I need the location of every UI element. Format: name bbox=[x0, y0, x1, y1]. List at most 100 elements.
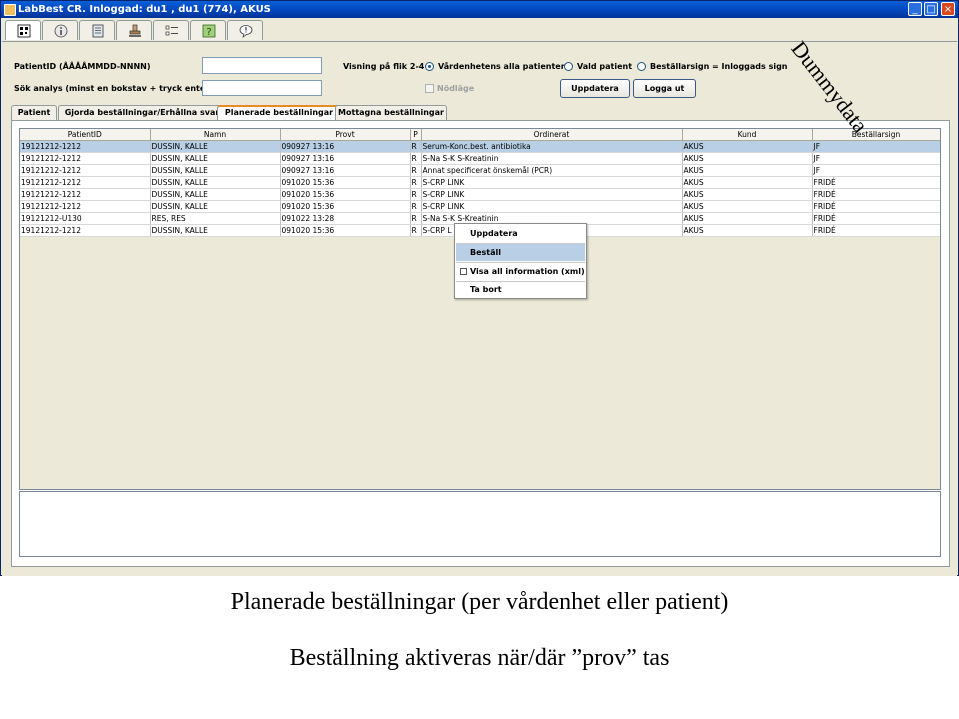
table-cell: DUSSIN, KALLE bbox=[150, 152, 281, 165]
table-cell: 19121212-1212 bbox=[20, 152, 151, 165]
table-cell: FRIDÉ bbox=[812, 200, 940, 213]
tab-planned-orders[interactable]: Planerade beställningar bbox=[217, 105, 341, 120]
radio-selected-patient[interactable] bbox=[564, 62, 573, 71]
table-cell: R bbox=[410, 212, 422, 225]
window-title: LabBest CR. Inloggad: du1 , du1 (774), A… bbox=[18, 4, 271, 15]
speech-bubble-icon bbox=[239, 25, 253, 38]
table-cell: DUSSIN, KALLE bbox=[150, 164, 281, 177]
minimize-button[interactable]: _ bbox=[908, 2, 922, 16]
tab-checklist[interactable] bbox=[153, 20, 189, 40]
orders-table-container: PatientID Namn Provt P Ordinerat Kund Be… bbox=[19, 128, 941, 490]
logout-button[interactable]: Logga ut bbox=[633, 79, 696, 98]
column-header[interactable]: P bbox=[410, 129, 422, 141]
table-cell: FRIDÉ bbox=[812, 188, 940, 201]
stamp-icon bbox=[129, 24, 141, 37]
table-cell: 19121212-U130 bbox=[20, 212, 151, 225]
table-cell: AKUS bbox=[682, 140, 813, 153]
column-header[interactable]: Provt bbox=[280, 129, 411, 141]
table-cell: AKUS bbox=[682, 176, 813, 189]
table-cell: AKUS bbox=[682, 224, 813, 237]
table-cell: R bbox=[410, 176, 422, 189]
table-cell: Serum-Konc.best. antibiotika bbox=[421, 140, 683, 153]
table-cell: S-CRP LINK bbox=[421, 188, 683, 201]
tab-info[interactable] bbox=[42, 20, 78, 40]
table-cell: 19121212-1212 bbox=[20, 140, 151, 153]
table-cell: AKUS bbox=[682, 188, 813, 201]
info-icon bbox=[54, 24, 68, 38]
table-header-row: PatientID Namn Provt P Ordinerat Kund Be… bbox=[20, 129, 940, 141]
menu-item-show-all[interactable]: Visa all information (xml) bbox=[456, 263, 585, 280]
menu-item-remove[interactable]: Ta bort bbox=[456, 281, 585, 298]
table-cell: S-CRP LINK bbox=[421, 176, 683, 189]
table-cell: FRIDÉ bbox=[812, 212, 940, 225]
emergency-checkbox[interactable] bbox=[425, 84, 434, 93]
column-header[interactable]: Namn bbox=[150, 129, 281, 141]
tab-help[interactable]: ? bbox=[190, 20, 226, 40]
title-bar: LabBest CR. Inloggad: du1 , du1 (774), A… bbox=[1, 1, 958, 18]
view-label: Visning på flik 2-4 bbox=[343, 62, 425, 71]
caption-subtitle: Beställning aktiveras när/där ”prov” tas bbox=[289, 645, 670, 671]
document-icon bbox=[92, 24, 104, 38]
tab-patient[interactable]: Patient bbox=[11, 105, 57, 120]
table-cell: R bbox=[410, 188, 422, 201]
table-cell: DUSSIN, KALLE bbox=[150, 176, 281, 189]
menu-item-update[interactable]: Uppdatera bbox=[456, 225, 585, 242]
table-row[interactable]: 19121212-1212 DUSSIN, KALLE 090927 13:16 R S… bbox=[20, 140, 940, 153]
table-cell: DUSSIN, KALLE bbox=[150, 224, 281, 237]
table-cell: 091020 15:36 bbox=[280, 188, 411, 201]
table-row[interactable]: 19121212-1212 DUSSIN, KALLE 091020 15:36 R S… bbox=[20, 200, 940, 213]
table-cell: Annat specificerat önskemål (PCR) bbox=[421, 164, 683, 177]
table-cell: AKUS bbox=[682, 200, 813, 213]
show-all-checkbox[interactable] bbox=[460, 268, 467, 275]
table-cell: 090927 13:16 bbox=[280, 140, 411, 153]
radio-orderer-sign[interactable] bbox=[637, 62, 646, 71]
close-button[interactable]: × bbox=[941, 2, 955, 16]
table-cell: 091020 15:36 bbox=[280, 176, 411, 189]
table-cell: JF bbox=[812, 140, 940, 153]
menu-item-show-all-label: Visa all information (xml) bbox=[470, 267, 585, 276]
radio-all-patients-label: Vårdenhetens alla patienter bbox=[438, 62, 565, 71]
help-icon: ? bbox=[202, 24, 216, 38]
orders-table: PatientID Namn Provt P Ordinerat Kund Be… bbox=[20, 129, 940, 237]
table-cell: DUSSIN, KALLE bbox=[150, 140, 281, 153]
table-cell: S-Na S-K S-Kreatinin bbox=[421, 152, 683, 165]
details-text-area[interactable] bbox=[19, 491, 941, 557]
barcode-icon bbox=[17, 24, 31, 38]
search-analysis-input[interactable] bbox=[202, 80, 322, 96]
table-cell: AKUS bbox=[682, 152, 813, 165]
tab-message[interactable] bbox=[227, 20, 263, 40]
checklist-icon bbox=[165, 25, 178, 36]
tab-document[interactable] bbox=[79, 20, 115, 40]
table-cell: 090927 13:16 bbox=[280, 164, 411, 177]
column-header[interactable]: Kund bbox=[682, 129, 813, 141]
table-row[interactable]: 19121212-1212 DUSSIN, KALLE 090927 13:16 R A… bbox=[20, 164, 940, 177]
table-row[interactable]: 19121212-1212 DUSSIN, KALLE 091020 15:36 R S… bbox=[20, 176, 940, 189]
radio-selected-patient-label: Vald patient bbox=[577, 62, 633, 71]
maximize-button[interactable]: □ bbox=[924, 2, 938, 16]
patient-id-input[interactable] bbox=[202, 57, 322, 74]
table-cell: 091020 15:36 bbox=[280, 200, 411, 213]
table-cell: 19121212-1212 bbox=[20, 188, 151, 201]
table-cell: DUSSIN, KALLE bbox=[150, 188, 281, 201]
tab-received-orders[interactable]: Mottagna beställningar bbox=[335, 105, 447, 120]
table-cell: 19121212-1212 bbox=[20, 176, 151, 189]
table-row[interactable]: 19121212-1212 DUSSIN, KALLE 091020 15:36 R S… bbox=[20, 188, 940, 201]
update-button[interactable]: Uppdatera bbox=[560, 79, 630, 98]
radio-all-patients[interactable] bbox=[425, 62, 434, 71]
table-row[interactable]: 19121212-1212 DUSSIN, KALLE 090927 13:16 R S… bbox=[20, 152, 940, 165]
table-cell: JF bbox=[812, 152, 940, 165]
table-cell: FRIDÉ bbox=[812, 224, 940, 237]
table-cell: 19121212-1212 bbox=[20, 224, 151, 237]
column-header[interactable]: Beställarsign bbox=[812, 129, 940, 141]
context-menu: Uppdatera Beställ Visa all information (… bbox=[454, 223, 587, 299]
table-cell: 091022 13:28 bbox=[280, 212, 411, 225]
tab-barcode[interactable] bbox=[5, 20, 41, 40]
tab-made-orders[interactable]: Gjorda beställningar/Erhållna svar bbox=[58, 105, 226, 120]
table-cell: R bbox=[410, 152, 422, 165]
caption-title: Planerade beställningar (per vårdenhet e… bbox=[230, 589, 729, 615]
column-header[interactable]: Ordinerat bbox=[421, 129, 683, 141]
column-header[interactable]: PatientID bbox=[20, 129, 151, 141]
tab-stamp[interactable] bbox=[116, 20, 152, 40]
table-cell: R bbox=[410, 224, 422, 237]
menu-item-order[interactable]: Beställ bbox=[456, 244, 585, 261]
